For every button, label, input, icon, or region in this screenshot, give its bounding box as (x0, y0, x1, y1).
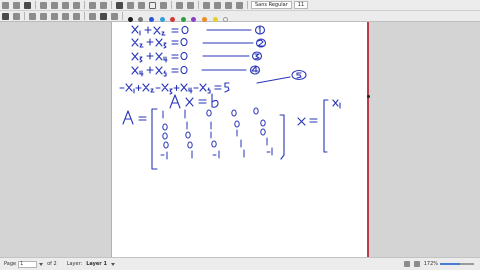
status-bar: Page 1 of 2 Layer: Layer 1 172% (0, 257, 480, 270)
pen-tool-icon[interactable] (116, 1, 123, 9)
font-name-button[interactable]: Sans Regular (251, 1, 292, 9)
layer-label: Layer: (66, 261, 83, 267)
undo-icon[interactable] (89, 1, 96, 9)
color-swatch-9[interactable] (223, 16, 229, 22)
separator (84, 12, 85, 20)
color-swatch-4[interactable] (170, 16, 176, 22)
pen-button[interactable] (2, 12, 9, 20)
equation-2 (131, 37, 267, 49)
separator (24, 12, 25, 20)
color-swatch-5[interactable] (180, 16, 186, 22)
handwritten-notes (119, 25, 341, 170)
print-icon[interactable] (40, 1, 47, 9)
separator (111, 1, 112, 9)
equation-5 (119, 69, 307, 95)
color-swatch-7[interactable] (201, 16, 207, 22)
color-swatch-2[interactable] (148, 16, 154, 22)
zoom-slider[interactable] (440, 263, 474, 265)
separator (35, 1, 36, 9)
equation-3 (131, 51, 263, 63)
zoom-level: 172% (423, 261, 438, 267)
vertical-space-icon[interactable] (62, 12, 69, 20)
open-icon[interactable] (13, 1, 20, 9)
fine-thickness-icon[interactable] (89, 12, 96, 20)
layer-dropdown-icon[interactable] (111, 262, 115, 266)
copy-icon[interactable] (62, 1, 69, 9)
separator (122, 12, 123, 20)
matrix-left-bracket (151, 108, 158, 170)
system-heading (169, 93, 219, 109)
page-spinner-icon[interactable] (39, 262, 44, 266)
save-icon[interactable] (24, 1, 31, 9)
hand-tool-icon[interactable] (73, 12, 80, 20)
matrix-label (122, 110, 147, 125)
cursor-marker (367, 95, 370, 98)
ruler-icon[interactable] (29, 12, 36, 20)
color-swatch-3[interactable] (159, 16, 165, 22)
color-swatch-0[interactable] (127, 16, 133, 22)
separator (247, 1, 248, 9)
vector-x (297, 99, 341, 153)
redo-icon[interactable] (100, 1, 107, 9)
main-toolbar: Sans Regular 11 (0, 0, 480, 11)
page-label: Page (4, 261, 17, 267)
new-document-icon[interactable] (2, 1, 9, 9)
equation-1 (131, 25, 266, 36)
page-count: of 2 (47, 261, 57, 267)
paste-icon[interactable] (73, 1, 80, 9)
fit-page-icon[interactable] (403, 261, 410, 267)
last-page-icon[interactable] (236, 1, 243, 9)
zoom-reset-icon[interactable] (413, 261, 420, 267)
thick-thickness-icon[interactable] (111, 12, 118, 20)
matrix-entries (160, 107, 273, 160)
pen-toolbar (0, 11, 480, 22)
equation-4 (131, 65, 261, 77)
matrix-right-bracket (279, 114, 285, 160)
notebook-page[interactable] (111, 22, 369, 257)
color-swatch-8[interactable] (212, 16, 218, 22)
select-rectangle-icon[interactable] (51, 12, 58, 20)
separator (84, 1, 85, 9)
layer-selector[interactable]: Layer 1 (86, 261, 107, 267)
color-swatch-1[interactable] (138, 16, 144, 22)
medium-thickness-icon[interactable] (100, 12, 107, 20)
cut-icon[interactable] (51, 1, 58, 9)
font-size-field[interactable]: 11 (293, 1, 309, 9)
page-number-field[interactable]: 1 (18, 260, 38, 268)
color-swatch-6[interactable] (191, 16, 197, 22)
select-region-icon[interactable] (40, 12, 47, 20)
shape-recognizer-icon[interactable] (13, 12, 20, 20)
zoom-slider-fill (440, 263, 461, 265)
